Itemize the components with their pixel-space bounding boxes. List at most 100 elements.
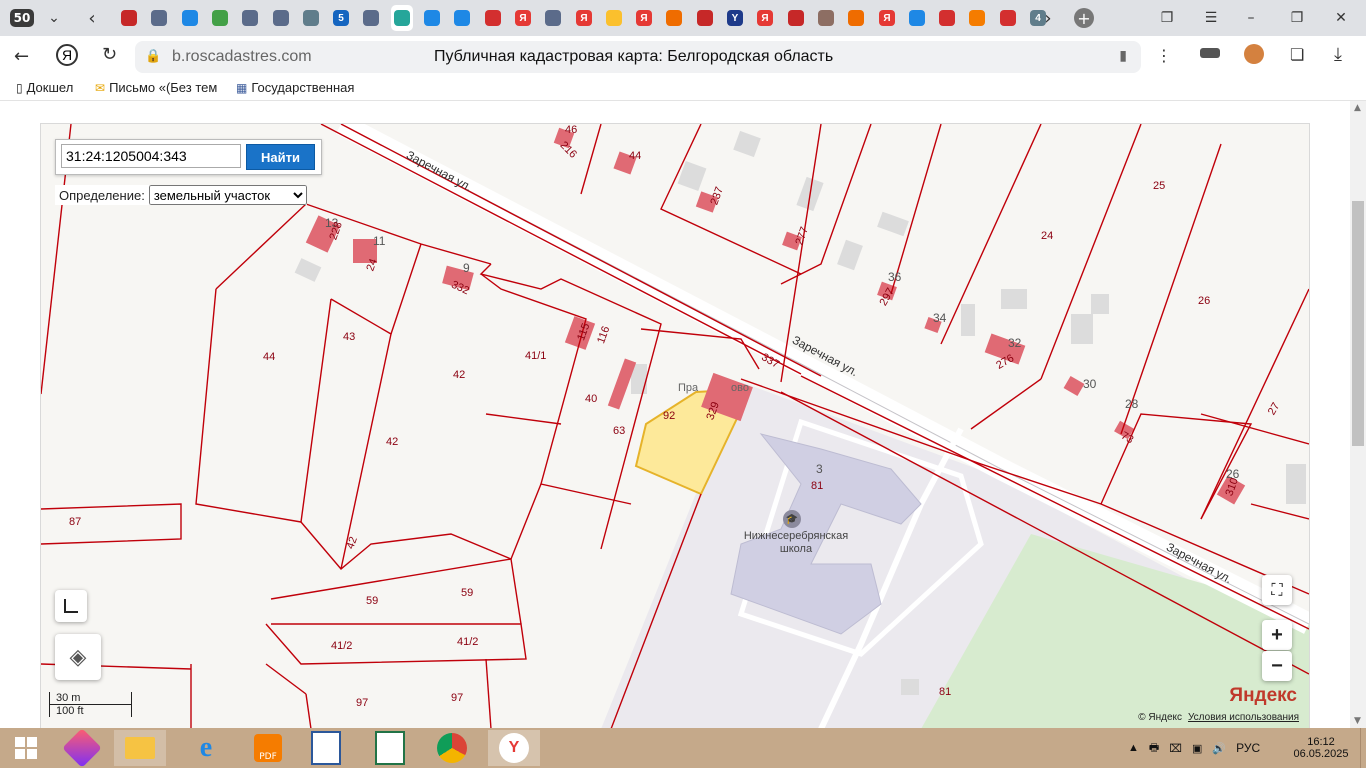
more-vertical-icon[interactable]: ⋮ — [1156, 46, 1172, 65]
ruler-button[interactable] — [55, 590, 87, 622]
volume-icon[interactable]: 🔊 — [1212, 742, 1226, 755]
browser-tab[interactable]: Я — [633, 5, 655, 31]
parcel-number-label: 92 — [663, 410, 676, 422]
browser-tab[interactable]: Я — [573, 5, 595, 31]
bookmark-item[interactable]: ✉ Письмо «(Без тем — [95, 80, 217, 95]
browser-tab[interactable] — [663, 5, 685, 31]
browser-tab[interactable] — [391, 5, 413, 31]
scroll-up-icon[interactable]: ▲ — [1354, 103, 1361, 113]
bookmark-icon[interactable]: ▮ — [1119, 48, 1127, 64]
yandex-home-icon[interactable]: Я — [56, 44, 78, 66]
browser-tab[interactable] — [360, 5, 382, 31]
collections-icon[interactable]: ❐ — [1156, 6, 1178, 30]
browser-tab[interactable]: Я — [512, 5, 534, 31]
browser-tab[interactable] — [300, 5, 322, 31]
close-window-button[interactable]: ✕ — [1330, 6, 1352, 30]
pdf-app-icon[interactable]: PDF — [242, 730, 294, 766]
file-explorer-icon[interactable] — [114, 730, 166, 766]
show-desktop-button[interactable] — [1360, 728, 1366, 768]
fullscreen-button[interactable]: ⛶ — [1262, 575, 1292, 605]
scrollbar-thumb[interactable] — [1352, 201, 1364, 446]
reload-icon[interactable]: ↻ — [102, 44, 117, 65]
gosuslugi-icon — [182, 10, 198, 26]
gerb-icon — [242, 10, 258, 26]
find-button[interactable]: Найти — [246, 144, 315, 170]
gear-red-icon — [121, 10, 137, 26]
browser-tab[interactable]: Y — [724, 5, 746, 31]
browser-tab[interactable] — [966, 5, 988, 31]
browser-tab[interactable] — [421, 5, 443, 31]
cadastral-number-input[interactable] — [61, 144, 241, 168]
browser-tab[interactable] — [997, 5, 1019, 31]
browser-tab[interactable] — [209, 5, 231, 31]
browser-tab[interactable] — [906, 5, 928, 31]
language-indicator[interactable]: РУС — [1236, 741, 1260, 755]
definition-select[interactable]: земельный участок — [148, 185, 307, 205]
scroll-down-icon[interactable]: ▼ — [1354, 716, 1361, 726]
network-icon[interactable]: ⌧ — [1169, 742, 1182, 755]
terms-link[interactable]: Условия использования — [1188, 712, 1299, 723]
device-icon[interactable]: ▣ — [1192, 742, 1202, 755]
browser-tab[interactable] — [815, 5, 837, 31]
scroll-tabs-left-icon[interactable]: ‹ — [80, 6, 104, 30]
download-icon[interactable]: ⤓ — [1334, 44, 1342, 65]
layers-button[interactable]: ◈ — [55, 634, 101, 680]
tray-expand-icon[interactable]: ▲ — [1128, 742, 1139, 754]
browser-tab[interactable] — [542, 5, 564, 31]
spreadsheet-icon[interactable] — [364, 730, 416, 766]
restore-button[interactable]: ❐ — [1286, 6, 1308, 30]
bookmark-item[interactable]: ▯ Докшел — [16, 80, 73, 95]
minimize-button[interactable]: – — [1240, 6, 1262, 30]
map-canvas[interactable] — [41, 124, 1309, 729]
chrome-icon[interactable] — [426, 730, 478, 766]
tab-count-badge: 50 — [9, 9, 35, 27]
bookmark-item[interactable]: ▦ Государственная — [236, 80, 354, 95]
parcel-number-label: 43 — [343, 331, 356, 343]
definition-label: Определение: — [59, 187, 145, 203]
windows-start-icon[interactable] — [0, 730, 52, 766]
parcel-number-label: 41/2 — [457, 636, 479, 648]
browser-tab[interactable]: Я — [876, 5, 898, 31]
clock[interactable]: 16:12 06.05.2025 — [1290, 728, 1352, 768]
zoom-out-button[interactable]: − — [1262, 651, 1292, 681]
browser-tab[interactable] — [239, 5, 261, 31]
profile-avatar[interactable] — [1244, 44, 1264, 64]
back-icon[interactable]: ← — [14, 46, 29, 67]
browser-tab[interactable]: 5 — [330, 5, 352, 31]
tab-counter[interactable]: 50 — [6, 6, 38, 30]
browser-tab[interactable] — [270, 5, 292, 31]
omnibox[interactable]: 🔒 b.roscadastres.com Публичная кадастров… — [135, 41, 1141, 73]
y-blue-icon: Y — [727, 10, 743, 26]
tabs-icon[interactable]: ❏ — [1290, 45, 1304, 64]
browser-tab[interactable] — [179, 5, 201, 31]
browser-tab[interactable] — [603, 5, 625, 31]
internet-explorer-icon[interactable]: e — [180, 730, 232, 766]
yandex-icon: Я — [757, 10, 773, 26]
browser-tab[interactable] — [845, 5, 867, 31]
map-attribution: © Яндекс Условия использования — [1138, 712, 1299, 723]
printer-icon[interactable]: 🖶 — [1149, 739, 1159, 758]
zoom-in-button[interactable]: + — [1262, 620, 1292, 650]
parcel-number-label: 9 — [463, 261, 470, 275]
new-tab-button[interactable]: + — [1072, 6, 1096, 30]
cadastral-map[interactable]: Заречная ул. Заречная ул. Заречная ул. 🎓… — [40, 123, 1310, 730]
browser-tab[interactable] — [785, 5, 807, 31]
page-scrollbar[interactable]: ▲ ▼ — [1350, 101, 1366, 728]
browser-tab[interactable] — [451, 5, 473, 31]
extension-icon[interactable] — [1200, 48, 1220, 58]
parcel-number-label: 97 — [451, 692, 464, 704]
browser-tab[interactable] — [482, 5, 504, 31]
browser-tab[interactable] — [118, 5, 140, 31]
scale-metric: 30 m — [49, 692, 132, 705]
yandex-icon: Я — [879, 10, 895, 26]
browser-tab[interactable]: Я — [754, 5, 776, 31]
app-gem-icon[interactable] — [56, 728, 108, 768]
menu-icon[interactable]: ☰ — [1200, 6, 1222, 30]
browser-tab[interactable] — [936, 5, 958, 31]
browser-tab[interactable] — [694, 5, 716, 31]
word-doc-icon[interactable] — [300, 730, 352, 766]
scroll-tabs-right-icon[interactable]: › — [1036, 6, 1060, 30]
yandex-browser-icon[interactable]: Y — [488, 730, 540, 766]
tab-menu-chevron-icon[interactable]: ⌄ — [42, 6, 66, 30]
browser-tab[interactable] — [148, 5, 170, 31]
